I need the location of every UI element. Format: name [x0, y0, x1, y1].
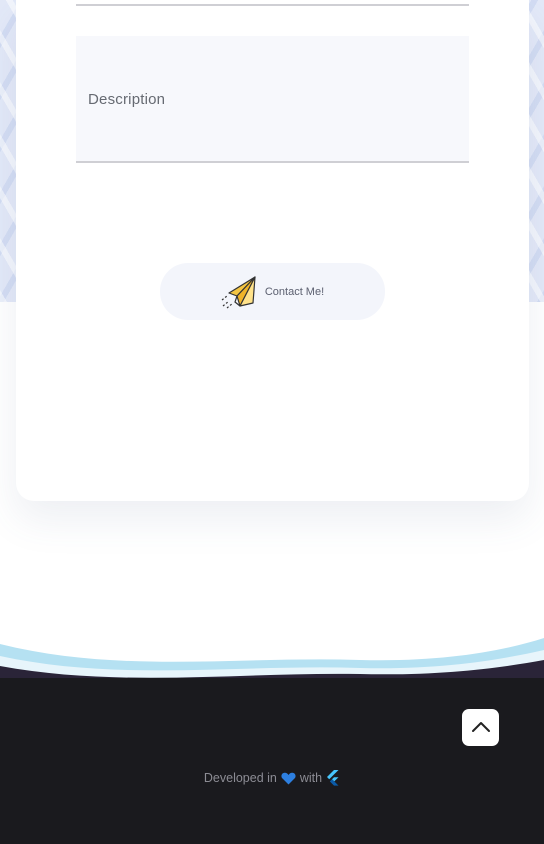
- previous-field-underline: [76, 4, 469, 6]
- scroll-to-top-button[interactable]: [462, 709, 499, 746]
- flutter-logo-icon: [326, 770, 340, 786]
- contact-me-label: Contact Me!: [264, 285, 325, 298]
- paper-plane-icon: [221, 275, 257, 309]
- blue-heart-icon: [281, 772, 296, 785]
- description-label: Description: [88, 91, 166, 108]
- developer-credit: Developed in with: [0, 770, 544, 786]
- description-field[interactable]: Description: [76, 36, 469, 163]
- contact-me-button[interactable]: Contact Me!: [160, 263, 385, 320]
- footer-background: [0, 678, 544, 844]
- chevron-up-icon: [471, 718, 491, 737]
- credit-prefix: Developed in: [203, 771, 277, 785]
- credit-middle: with: [299, 771, 323, 785]
